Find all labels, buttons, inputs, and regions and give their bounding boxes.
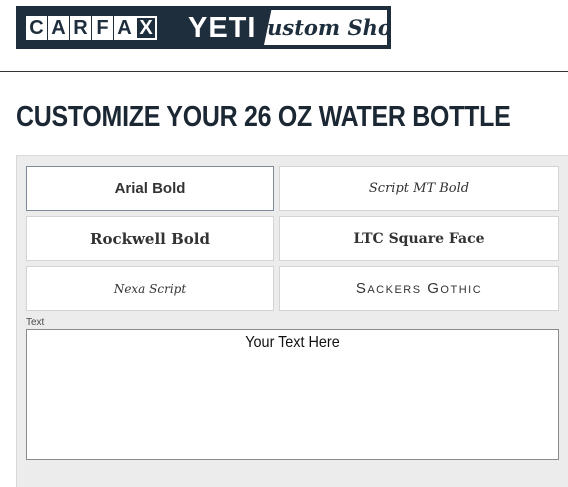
carfax-letter: A bbox=[48, 16, 69, 40]
carfax-letter: F bbox=[92, 16, 113, 40]
font-option-arial-bold[interactable]: Arial Bold bbox=[26, 166, 274, 211]
page-title: CUSTOMIZE YOUR 26 OZ WATER BOTTLE bbox=[16, 101, 511, 133]
custom-shop-logo: Custom Shop bbox=[264, 10, 387, 45]
font-option-nexa-script[interactable]: Nexa Script bbox=[26, 266, 274, 311]
carfax-letter: C bbox=[26, 16, 47, 40]
brand-logo-banner[interactable]: C A R F A X YETI Custom Shop bbox=[16, 6, 391, 49]
font-option-ltc-square-face[interactable]: LTC Square Face bbox=[279, 216, 559, 261]
text-field-label: Text bbox=[26, 317, 45, 328]
font-option-rockwell-bold[interactable]: Rockwell Bold bbox=[26, 216, 274, 261]
font-option-script-mt-bold[interactable]: Script MT Bold bbox=[279, 166, 559, 211]
carfax-letter: R bbox=[70, 16, 91, 40]
custom-text-input[interactable]: Your Text Here bbox=[26, 329, 559, 460]
carfax-logo: C A R F A X bbox=[26, 16, 157, 40]
custom-text-value: Your Text Here bbox=[245, 334, 340, 351]
header-divider bbox=[0, 71, 568, 72]
yeti-logo: YETI bbox=[188, 12, 257, 44]
font-option-sackers-gothic[interactable]: Sackers Gothic bbox=[279, 266, 559, 311]
carfax-letter: X bbox=[135, 16, 157, 40]
carfax-letter: A bbox=[114, 16, 135, 40]
